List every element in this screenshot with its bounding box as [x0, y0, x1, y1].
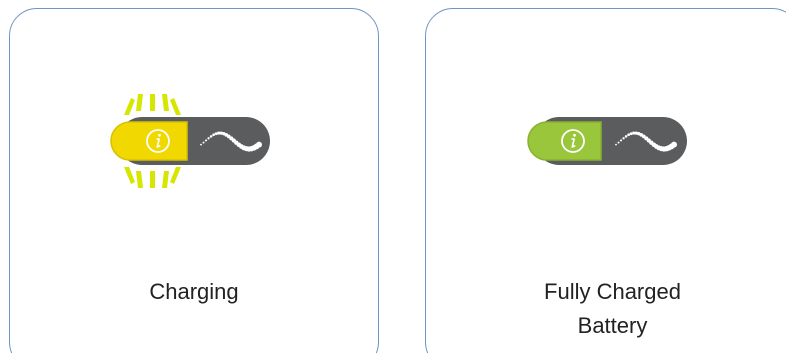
blink-ray [170, 98, 181, 115]
blink-ray [136, 171, 143, 188]
wave-dot [624, 135, 628, 138]
blink-rays-bottom [124, 167, 181, 188]
wave-dot [629, 132, 633, 136]
blink-ray [170, 167, 181, 184]
led-light [110, 121, 188, 161]
charging-indicator [110, 94, 270, 188]
wave-dot [627, 133, 630, 137]
blink-ray [162, 171, 169, 188]
wave-dot [619, 139, 623, 142]
blink-ray [124, 98, 135, 115]
blink-ray [162, 94, 169, 111]
charging-card: Charging [9, 8, 379, 353]
blink-ray [150, 94, 155, 111]
blink-rays-top [124, 94, 181, 115]
wave-dot [214, 132, 218, 136]
charging-status-diagram: Charging Fully Charged Battery [0, 0, 786, 353]
card-caption: Charging [10, 275, 378, 309]
blink-ray [150, 171, 155, 188]
wave-dot [622, 137, 625, 140]
fully-charged-indicator [527, 117, 687, 165]
caption-line: Charging [149, 279, 239, 304]
wave-dot [204, 139, 208, 142]
wave-dot [209, 135, 213, 138]
wave-dot [615, 143, 617, 146]
card-caption: Fully Charged Battery [426, 275, 786, 343]
wave-dot [256, 141, 262, 148]
caption-line: Fully Charged [544, 279, 681, 304]
blink-ray [124, 167, 135, 184]
wave-dot [202, 141, 205, 144]
caption-line: Battery [577, 313, 648, 338]
wave-dot [207, 137, 210, 140]
wave-dot [671, 141, 677, 148]
fully-charged-card: Fully Charged Battery [425, 8, 786, 353]
led-light [527, 121, 602, 161]
blink-ray [136, 94, 143, 111]
wave-dot [212, 133, 215, 137]
wave-dot [617, 141, 620, 144]
wave-dot [200, 143, 202, 146]
